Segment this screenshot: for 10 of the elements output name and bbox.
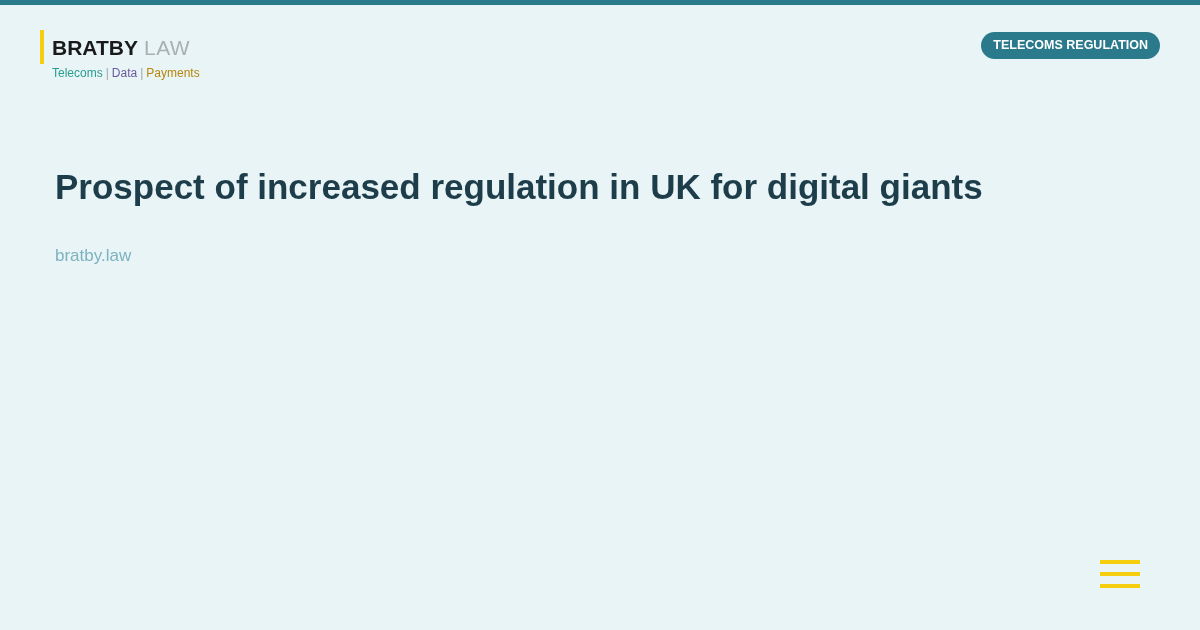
tagline-separator: |	[105, 66, 109, 81]
logo: BRATBY LAW	[40, 30, 200, 64]
category-badge: TELECOMS REGULATION	[981, 32, 1160, 59]
site-url: bratby.law	[55, 245, 133, 267]
article-title: Prospect of increased regulation in UK for digital giants	[55, 166, 984, 208]
tagline-topic: Data	[111, 66, 138, 81]
tagline-topic: Payments	[146, 66, 200, 81]
tagline-topic: Telecoms	[52, 66, 103, 81]
tagline-separator: |	[140, 66, 144, 81]
menu-icon[interactable]	[1100, 560, 1140, 588]
